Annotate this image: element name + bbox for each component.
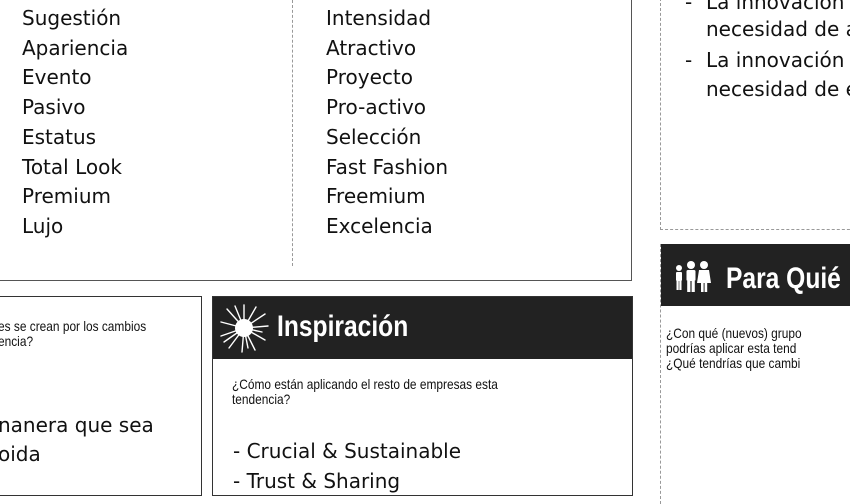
- bullet-dash-1: -: [685, 0, 693, 14]
- bullet-2-line2: necesidad de e: [706, 77, 850, 101]
- left-word-5: Estatus: [22, 124, 97, 149]
- right-word-6: Fast Fashion: [326, 154, 449, 179]
- para-quien-title: Para Quié: [726, 262, 841, 295]
- top-card-divider: [292, 0, 293, 266]
- inspiracion-item-2: - Trust & Sharing: [233, 469, 401, 493]
- right-word-1: Intensidad: [326, 6, 432, 30]
- left-word-1: Sugestión: [22, 6, 122, 30]
- people-group-icon: [676, 261, 711, 292]
- right-word-5: Selección: [326, 124, 422, 149]
- right-word-3: Proyecto: [326, 65, 413, 90]
- left-word-4: Pasivo: [22, 95, 86, 120]
- para-quien-question-line3: ¿Qué tendrías que cambi: [666, 355, 801, 371]
- inspiracion-title: Inspiración: [277, 310, 409, 343]
- left-word-7: Premium: [22, 184, 111, 209]
- left-bottom-question-line1: es se crean por los cambios: [0, 318, 147, 334]
- inspiracion-question-line1: ¿Cómo están aplicando el resto de empres…: [232, 376, 498, 392]
- left-word-8: Lujo: [22, 213, 64, 238]
- right-word-8: Excelencia: [326, 213, 433, 238]
- inspiracion-question-line2: tendencia?: [232, 391, 291, 407]
- left-word-2: Apariencia: [22, 35, 129, 60]
- left-bottom-body-line1: nanera que sea: [0, 413, 154, 437]
- bullet-1-line2: necesidad de a: [706, 17, 850, 41]
- bullet-dash-2: -: [685, 48, 693, 72]
- right-word-7: Freemium: [326, 184, 426, 209]
- left-bottom-question-line2: encia?: [0, 333, 34, 349]
- right-word-2: Atractivo: [326, 35, 417, 60]
- para-quien-question-line2: podrías aplicar esta tend: [666, 340, 797, 356]
- para-quien-question-line1: ¿Con qué (nuevos) grupo: [666, 325, 802, 341]
- left-word-3: Evento: [22, 65, 92, 90]
- burst-icon: [220, 304, 269, 353]
- left-word-6: Total Look: [22, 154, 122, 179]
- left-bottom-body-line2: oida: [0, 442, 41, 466]
- inspiracion-header: [213, 297, 632, 359]
- inspiracion-item-1: - Crucial & Sustainable: [233, 439, 462, 463]
- bullet-2-line1: La innovación: [706, 48, 845, 72]
- right-word-4: Pro-activo: [326, 95, 427, 120]
